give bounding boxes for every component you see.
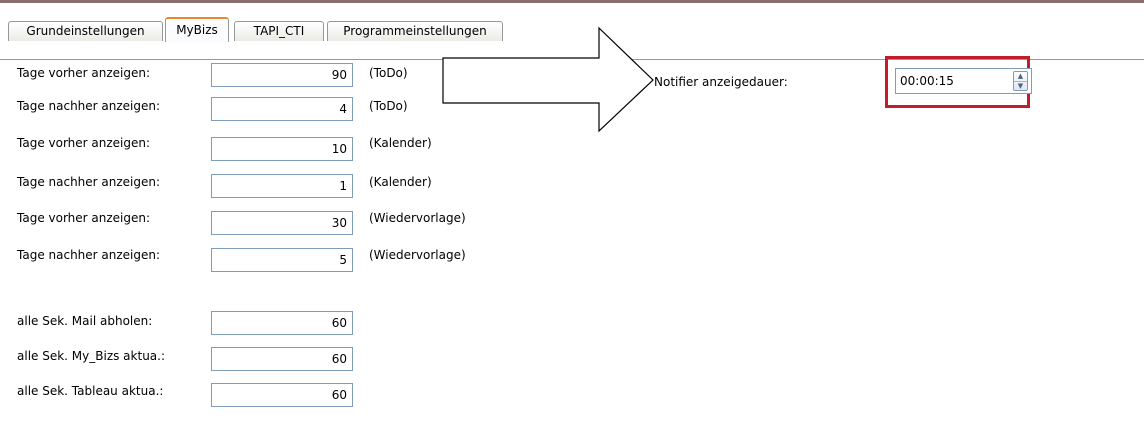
row-label-followup-after: Tage nachher anzeigen: [17, 248, 161, 262]
tab-tapi-cti[interactable]: TAPI_CTI [234, 21, 324, 41]
spin-down-icon[interactable]: ▼ [1014, 81, 1027, 91]
mybizs-refresh-interval-input[interactable]: 60 [211, 347, 353, 371]
row-label-calendar-after: Tage nachher anzeigen: [17, 175, 161, 189]
followup-days-after-input[interactable]: 5 [211, 248, 353, 272]
row-note-calendar: (Kalender) [369, 136, 432, 150]
row-label-calendar-before: Tage vorher anzeigen: [17, 136, 151, 150]
tableau-refresh-interval-input[interactable]: 60 [211, 383, 353, 407]
notifier-label: Notifier anzeigedauer: [654, 75, 788, 89]
row-label-tableau-interval: alle Sek. Tableau aktua.: [17, 384, 164, 398]
row-label-todo-before: Tage vorher anzeigen: [17, 66, 151, 80]
row-label-mail-interval: alle Sek. Mail abholen: [17, 314, 153, 328]
tab-programmeinstellungen[interactable]: Programmeinstellungen [327, 21, 503, 41]
todo-days-before-input[interactable]: 90 [211, 63, 353, 87]
tab-grundeinstellungen[interactable]: Grundeinstellungen [8, 21, 163, 41]
row-label-todo-after: Tage nachher anzeigen: [17, 99, 161, 113]
calendar-days-after-input[interactable]: 1 [211, 174, 353, 198]
calendar-days-before-input[interactable]: 10 [211, 137, 353, 161]
mail-fetch-interval-input[interactable]: 60 [211, 311, 353, 335]
row-note-calendar: (Kalender) [369, 175, 432, 189]
row-note-todo: (ToDo) [369, 99, 408, 113]
time-spinner[interactable]: ▲ ▼ [1013, 71, 1028, 91]
window-top-border [0, 0, 1144, 3]
row-note-todo: (ToDo) [369, 66, 408, 80]
tab-mybizs[interactable]: MyBizs [165, 17, 229, 42]
row-label-followup-before: Tage vorher anzeigen: [17, 211, 151, 225]
row-note-followup: (Wiedervorlage) [369, 248, 466, 262]
followup-days-before-input[interactable]: 30 [211, 211, 353, 235]
row-note-followup: (Wiedervorlage) [369, 211, 466, 225]
spin-up-icon[interactable]: ▲ [1014, 72, 1027, 81]
row-label-mybizs-interval: alle Sek. My_Bizs aktua.: [17, 349, 166, 363]
notifier-duration-value: 00:00:15 [900, 74, 954, 88]
notifier-duration-input[interactable]: 00:00:15 ▲ ▼ [895, 68, 1032, 94]
todo-days-after-input[interactable]: 4 [211, 97, 353, 121]
